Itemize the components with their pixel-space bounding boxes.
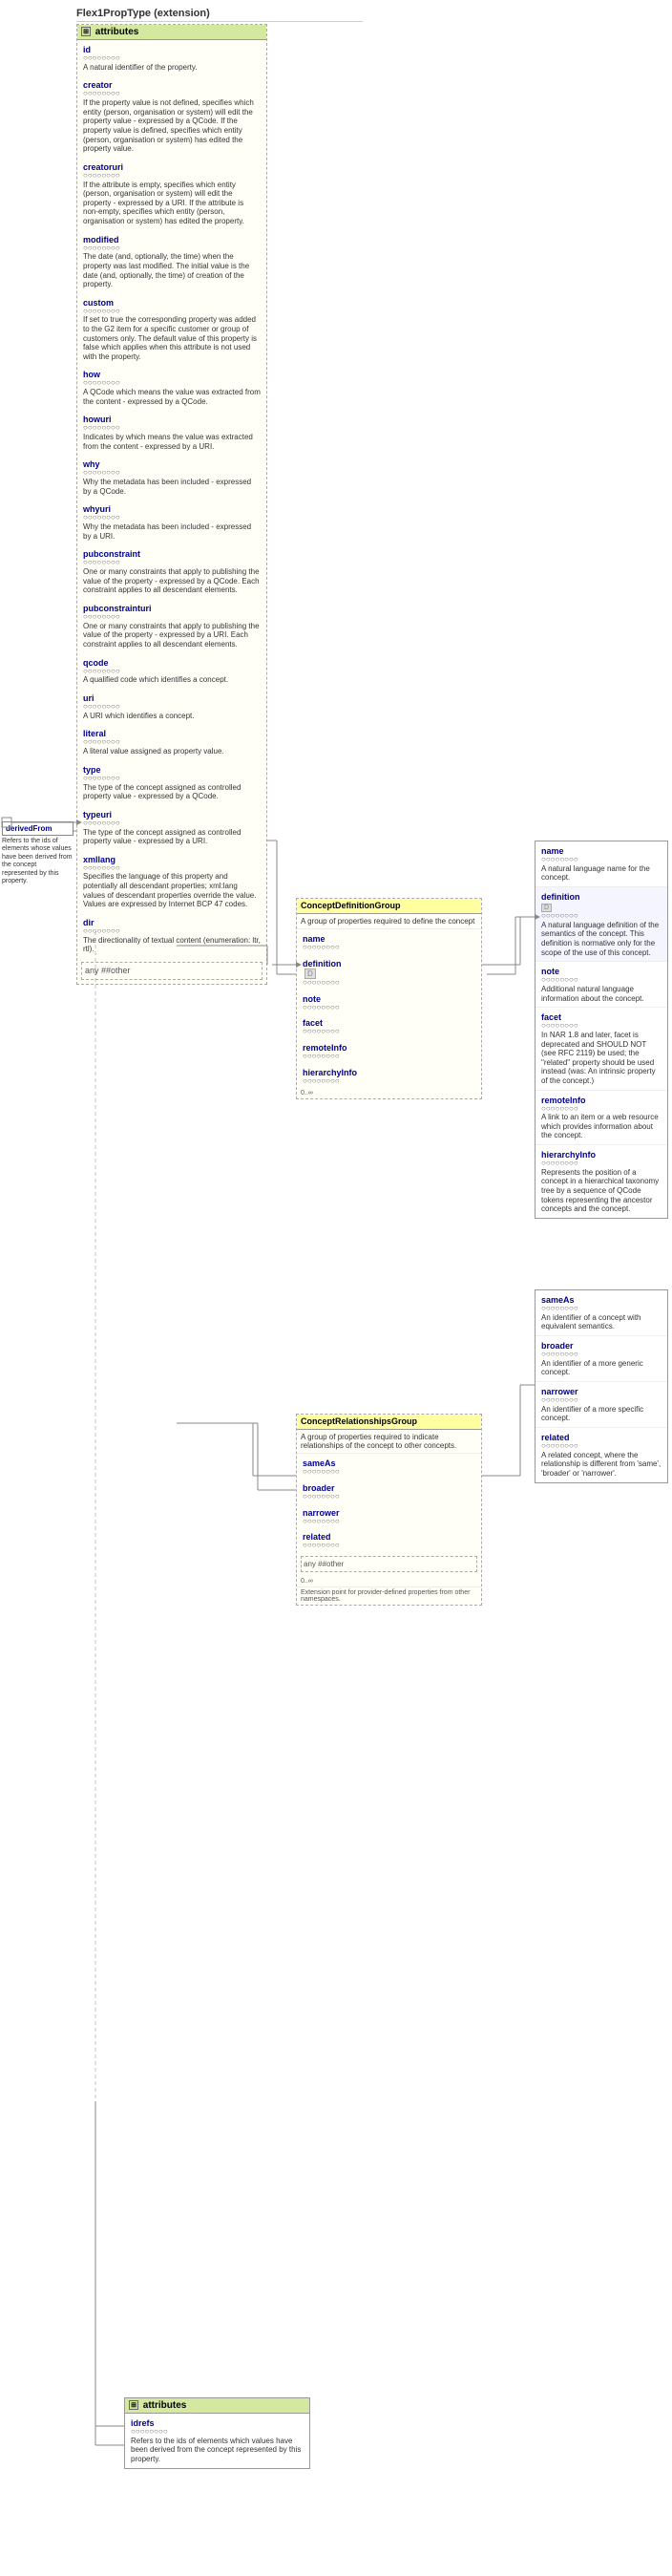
field-creator: creator ○○○○○○○○ If the property value i… [77,75,266,157]
diagram-container: Flex1PropType (extension) ⊞ attributes i… [0,0,672,2576]
concept-definition-group-box: ConceptDefinitionGroup A group of proper… [296,898,482,1099]
right-field-definition: definition D ○○○○○○○○ A natural language… [536,887,667,962]
field-modified: modified ○○○○○○○○ The date (and, optiona… [77,230,266,293]
concept-definition-group-title: ConceptDefinitionGroup [297,899,481,914]
field-pubconstrainturi: pubconstrainturi ○○○○○○○○ One or many co… [77,599,266,653]
right-field-related: related ○○○○○○○○ A related concept, wher… [536,1428,667,1482]
field-dir: dir ○○○○○○○○ The directionality of textu… [77,913,266,958]
right-field-sameas: sameAs ○○○○○○○○ An identifier of a conce… [536,1290,667,1336]
field-narrower-left: narrower ○○○○○○○○ [297,1503,481,1528]
field-how: how ○○○○○○○○ A QCode which means the val… [77,365,266,410]
right-field-note: note ○○○○○○○○ Additional natural languag… [536,962,667,1008]
bottom-box-title: ⊞ attributes [125,2398,309,2414]
field-note: note ○○○○○○○○ [297,990,481,1014]
field-literal: literal ○○○○○○○○ A literal value assigne… [77,724,266,759]
field-facet: facet ○○○○○○○○ [297,1013,481,1038]
field-xmllang: xmllang ○○○○○○○○ Specifies the language … [77,850,266,913]
field-related-left: related ○○○○○○○○ [297,1527,481,1552]
main-attributes-box: ⊞ attributes id ○○○○○○○○ A natural ident… [76,24,267,985]
field-creatoruri: creatoruri ○○○○○○○○ If the attribute is … [77,158,266,230]
field-sameAs-left: sameAs ○○○○○○○○ [297,1454,481,1479]
right-field-name: name ○○○○○○○○ A natural language name fo… [536,841,667,887]
right-field-narrower: narrower ○○○○○○○○ An identifier of a mor… [536,1382,667,1428]
field-howuri: howuri ○○○○○○○○ Indicates by which means… [77,410,266,455]
field-idrefs: idrefs ○○○○○○○○ Refers to the ids of ele… [125,2414,309,2468]
right-field-remoteinfo: remoteInfo ○○○○○○○○ A link to an item or… [536,1091,667,1146]
field-type: type ○○○○○○○○ The type of the concept as… [77,760,266,805]
bottom-box-icon: ⊞ [129,2400,138,2410]
field-why: why ○○○○○○○○ Why the metadata has been i… [77,455,266,500]
relationships-fields-box: sameAs ○○○○○○○○ An identifier of a conce… [535,1289,668,1483]
right-field-facet: facet ○○○○○○○○ In NAR 1.8 and later, fac… [536,1008,667,1090]
page-title: Flex1PropType (extension) [76,8,363,22]
field-whyuri: whyuri ○○○○○○○○ Why the metadata has bee… [77,500,266,544]
field-id: id ○○○○○○○○ A natural identifier of the … [77,40,266,75]
concept-relationships-group-title: ConceptRelationshipsGroup [297,1415,481,1430]
field-broader-left: broader ○○○○○○○○ [297,1479,481,1503]
field-custom: custom ○○○○○○○○ If set to true the corre… [77,293,266,366]
bottom-attributes-box: ⊞ attributes idrefs ○○○○○○○○ Refers to t… [124,2397,310,2469]
field-name: name ○○○○○○○○ [297,929,481,954]
box-icon: ⊞ [81,27,91,36]
field-typeuri: typeuri ○○○○○○○○ The type of the concept… [77,805,266,850]
right-field-broader: broader ○○○○○○○○ An identifier of a more… [536,1336,667,1382]
field-pubconstraint: pubconstraint ○○○○○○○○ One or many const… [77,544,266,599]
field-remoteinfo: remoteInfo ○○○○○○○○ [297,1038,481,1063]
field-any-other-main: any ##other [81,962,262,980]
field-any-other-rel: any ##other [301,1556,477,1572]
derived-from-label: derivedFrom Refers to the ids of element… [2,821,74,885]
main-box-title: ⊞ attributes [77,25,266,40]
definition-fields-box: name ○○○○○○○○ A natural language name fo… [535,841,668,1219]
field-qcode: qcode ○○○○○○○○ A qualified code which id… [77,653,266,689]
field-definition: definition D ○○○○○○○○ [297,954,481,990]
field-hierarchyinfo: hierarchyInfo ○○○○○○○○ [297,1063,481,1088]
right-field-hierarchyinfo: hierarchyInfo ○○○○○○○○ Represents the po… [536,1145,667,1218]
concept-relationships-group-box: ConceptRelationshipsGroup A group of pro… [296,1414,482,1606]
field-uri: uri ○○○○○○○○ A URI which identifies a co… [77,689,266,724]
